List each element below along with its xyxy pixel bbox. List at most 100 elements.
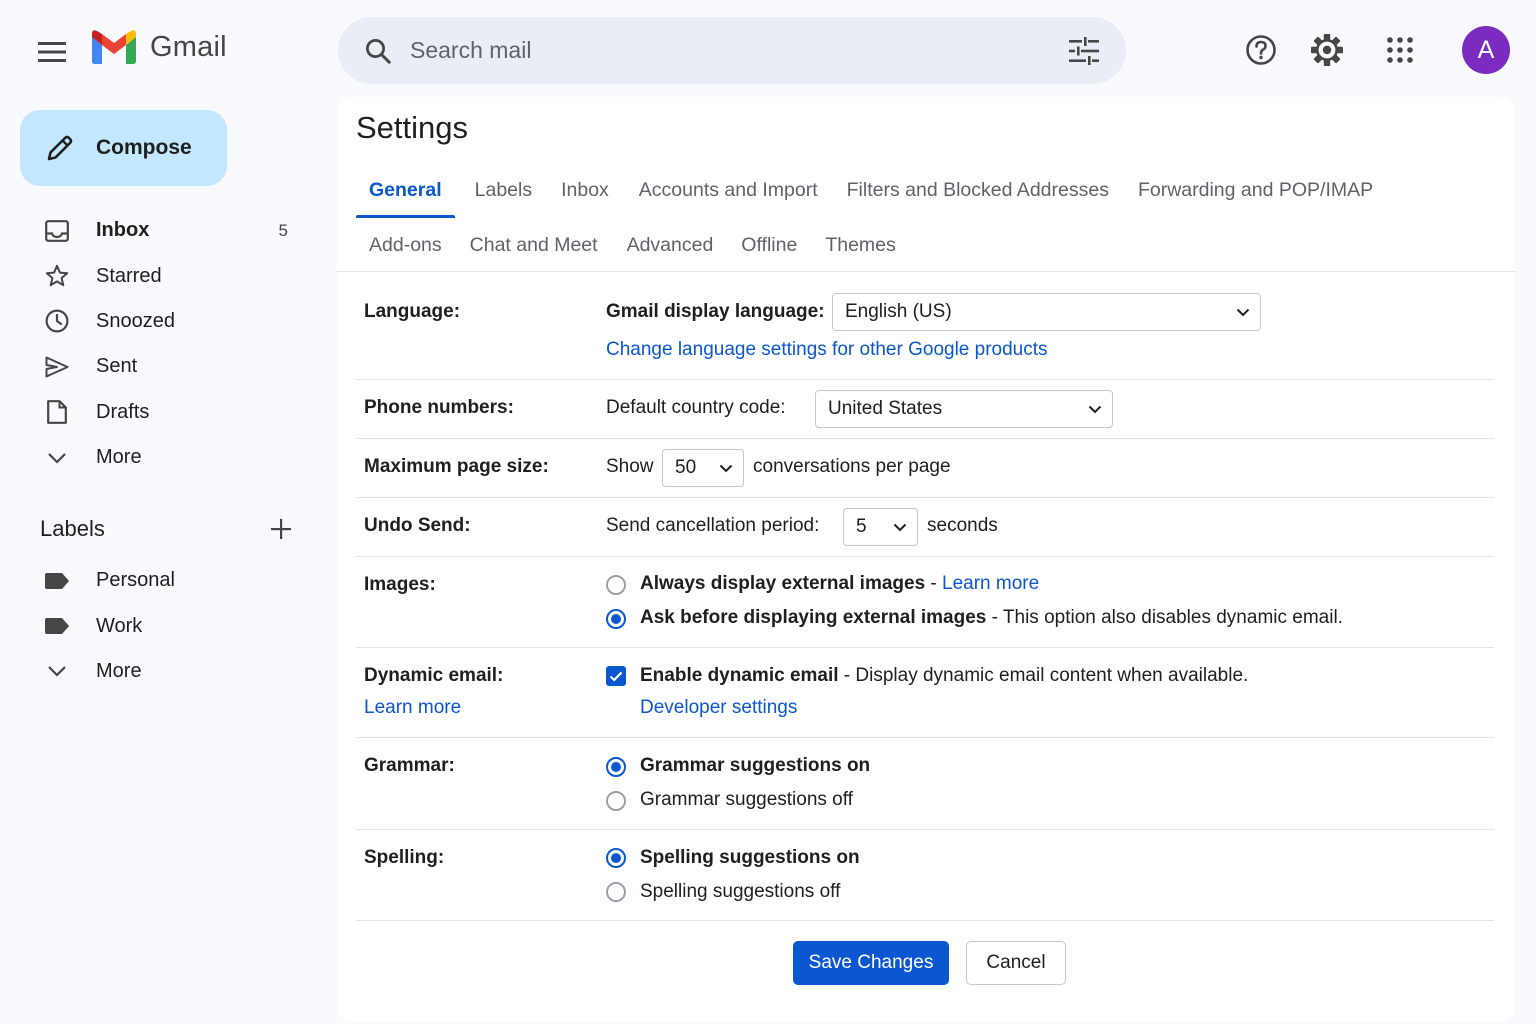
inbox-icon bbox=[44, 218, 70, 244]
undo-send-label: Undo Send: bbox=[364, 515, 471, 536]
spelling-off-text: Spelling suggestions off bbox=[640, 881, 841, 902]
tab-chat-and-meet[interactable]: Chat and Meet bbox=[457, 221, 611, 269]
checkmark-icon bbox=[609, 671, 623, 682]
enable-dynamic-email-checkbox[interactable] bbox=[606, 666, 626, 686]
main-menu-button[interactable] bbox=[28, 28, 76, 76]
draft-icon bbox=[44, 399, 70, 425]
search-icon bbox=[366, 38, 391, 64]
page-size-suffix: conversations per page bbox=[753, 456, 951, 477]
row-divider bbox=[356, 438, 1494, 439]
option-description: - Display dynamic email content when ava… bbox=[838, 665, 1249, 686]
display-language-select[interactable]: English (US) bbox=[832, 293, 1261, 331]
labels-title: Labels bbox=[40, 516, 105, 541]
option-bold-text: Always display external images bbox=[640, 573, 926, 594]
search-bar bbox=[338, 17, 1126, 84]
sidebar-item-inbox[interactable]: Inbox 5 bbox=[0, 208, 320, 253]
sidebar-item-label: Drafts bbox=[96, 400, 150, 423]
spelling-off-radio[interactable] bbox=[606, 882, 626, 902]
sidebar-item-sent[interactable]: Sent bbox=[0, 344, 320, 389]
create-label-button[interactable] bbox=[264, 512, 298, 546]
star-icon bbox=[44, 263, 70, 289]
sidebar-item-label: Starred bbox=[96, 264, 162, 287]
page-size-prefix: Show bbox=[606, 456, 654, 477]
tab-offline[interactable]: Offline bbox=[728, 221, 810, 269]
tab-labels[interactable]: Labels bbox=[462, 166, 545, 214]
page-size-label: Maximum page size: bbox=[364, 456, 549, 477]
chevron-down-icon bbox=[893, 523, 907, 531]
images-learn-more-link[interactable]: Learn more bbox=[942, 573, 1039, 594]
spelling-label: Spelling: bbox=[364, 847, 445, 868]
ask-before-displaying-text: Ask before displaying external images - … bbox=[640, 607, 1343, 629]
grammar-off-radio[interactable] bbox=[606, 791, 626, 811]
chevron-down-icon bbox=[1088, 405, 1102, 413]
search-input[interactable] bbox=[410, 37, 1062, 64]
gmail-logo-link[interactable]: Gmail bbox=[92, 30, 227, 64]
page-title: Settings bbox=[356, 110, 469, 145]
settings-tabs-row-2: Add-ons Chat and Meet Advanced Offline T… bbox=[356, 221, 909, 269]
label-item-more[interactable]: More bbox=[0, 649, 320, 694]
tab-general[interactable]: General bbox=[356, 166, 455, 218]
tab-forwarding-pop-imap[interactable]: Forwarding and POP/IMAP bbox=[1125, 166, 1386, 214]
label-item-label: Work bbox=[96, 614, 143, 637]
labels-header: Labels bbox=[40, 512, 298, 546]
chevron-down-icon bbox=[44, 445, 70, 471]
tab-themes[interactable]: Themes bbox=[812, 221, 908, 269]
settings-button[interactable] bbox=[1303, 26, 1351, 74]
country-code-label: Default country code: bbox=[606, 397, 786, 418]
spelling-on-radio[interactable] bbox=[606, 848, 626, 868]
tab-advanced[interactable]: Advanced bbox=[614, 221, 727, 269]
select-value: 5 bbox=[856, 516, 867, 537]
change-language-link[interactable]: Change language settings for other Googl… bbox=[606, 339, 1048, 361]
search-button[interactable] bbox=[356, 29, 400, 73]
cancellation-period-label: Send cancellation period: bbox=[606, 515, 820, 536]
tab-inbox[interactable]: Inbox bbox=[548, 166, 622, 214]
send-icon bbox=[44, 354, 70, 380]
dynamic-email-learn-more-link[interactable]: Learn more bbox=[364, 697, 461, 719]
chevron-down-icon bbox=[1236, 308, 1250, 316]
page-size-select[interactable]: 50 bbox=[662, 449, 744, 487]
country-code-select[interactable]: United States bbox=[815, 390, 1113, 428]
always-display-images-radio[interactable] bbox=[606, 575, 626, 595]
tab-filters-and-blocked[interactable]: Filters and Blocked Addresses bbox=[834, 166, 1122, 214]
row-divider bbox=[356, 556, 1494, 557]
menu-icon bbox=[38, 42, 66, 62]
account-avatar[interactable]: A bbox=[1462, 26, 1510, 74]
support-button[interactable] bbox=[1237, 26, 1285, 74]
chevron-down-icon bbox=[719, 464, 733, 472]
tab-add-ons[interactable]: Add-ons bbox=[356, 221, 455, 269]
seconds-label: seconds bbox=[927, 515, 998, 536]
label-icon bbox=[44, 613, 70, 639]
select-value: 50 bbox=[675, 457, 697, 478]
tabs-divider bbox=[337, 271, 1515, 272]
sidebar-item-more[interactable]: More bbox=[0, 435, 320, 480]
label-item-work[interactable]: Work bbox=[0, 603, 320, 648]
enable-dynamic-email-text: Enable dynamic email - Display dynamic e… bbox=[640, 665, 1248, 687]
sidebar-item-label: Snoozed bbox=[96, 309, 175, 332]
label-item-personal[interactable]: Personal bbox=[0, 558, 320, 603]
unread-count: 5 bbox=[278, 220, 288, 240]
phone-numbers-label: Phone numbers: bbox=[364, 397, 514, 418]
sidebar-item-drafts[interactable]: Drafts bbox=[0, 390, 320, 435]
help-icon bbox=[1246, 35, 1276, 65]
option-bold-text: Enable dynamic email bbox=[640, 665, 839, 686]
grammar-on-radio[interactable] bbox=[606, 757, 626, 777]
ask-before-displaying-radio[interactable] bbox=[606, 609, 626, 629]
developer-settings-link[interactable]: Developer settings bbox=[640, 697, 797, 719]
compose-button[interactable]: Compose bbox=[20, 110, 227, 186]
dynamic-email-label: Dynamic email: bbox=[364, 665, 504, 686]
apps-icon bbox=[1387, 37, 1413, 63]
cancel-button[interactable]: Cancel bbox=[966, 941, 1066, 985]
row-divider bbox=[356, 497, 1494, 498]
label-item-label: More bbox=[96, 659, 142, 682]
tab-accounts-and-import[interactable]: Accounts and Import bbox=[626, 166, 831, 214]
sidebar-item-snoozed[interactable]: Snoozed bbox=[0, 299, 320, 344]
sidebar-item-starred[interactable]: Starred bbox=[0, 253, 320, 298]
plus-icon bbox=[271, 519, 291, 539]
google-apps-button[interactable] bbox=[1376, 26, 1424, 74]
row-divider bbox=[356, 647, 1494, 648]
sidebar-nav: Inbox 5 Starred Snoozed Sent Drafts More bbox=[0, 208, 320, 480]
grammar-on-text: Grammar suggestions on bbox=[640, 755, 871, 776]
search-options-button[interactable] bbox=[1062, 29, 1106, 73]
cancellation-period-select[interactable]: 5 bbox=[843, 508, 918, 546]
save-changes-button[interactable]: Save Changes bbox=[793, 941, 949, 985]
